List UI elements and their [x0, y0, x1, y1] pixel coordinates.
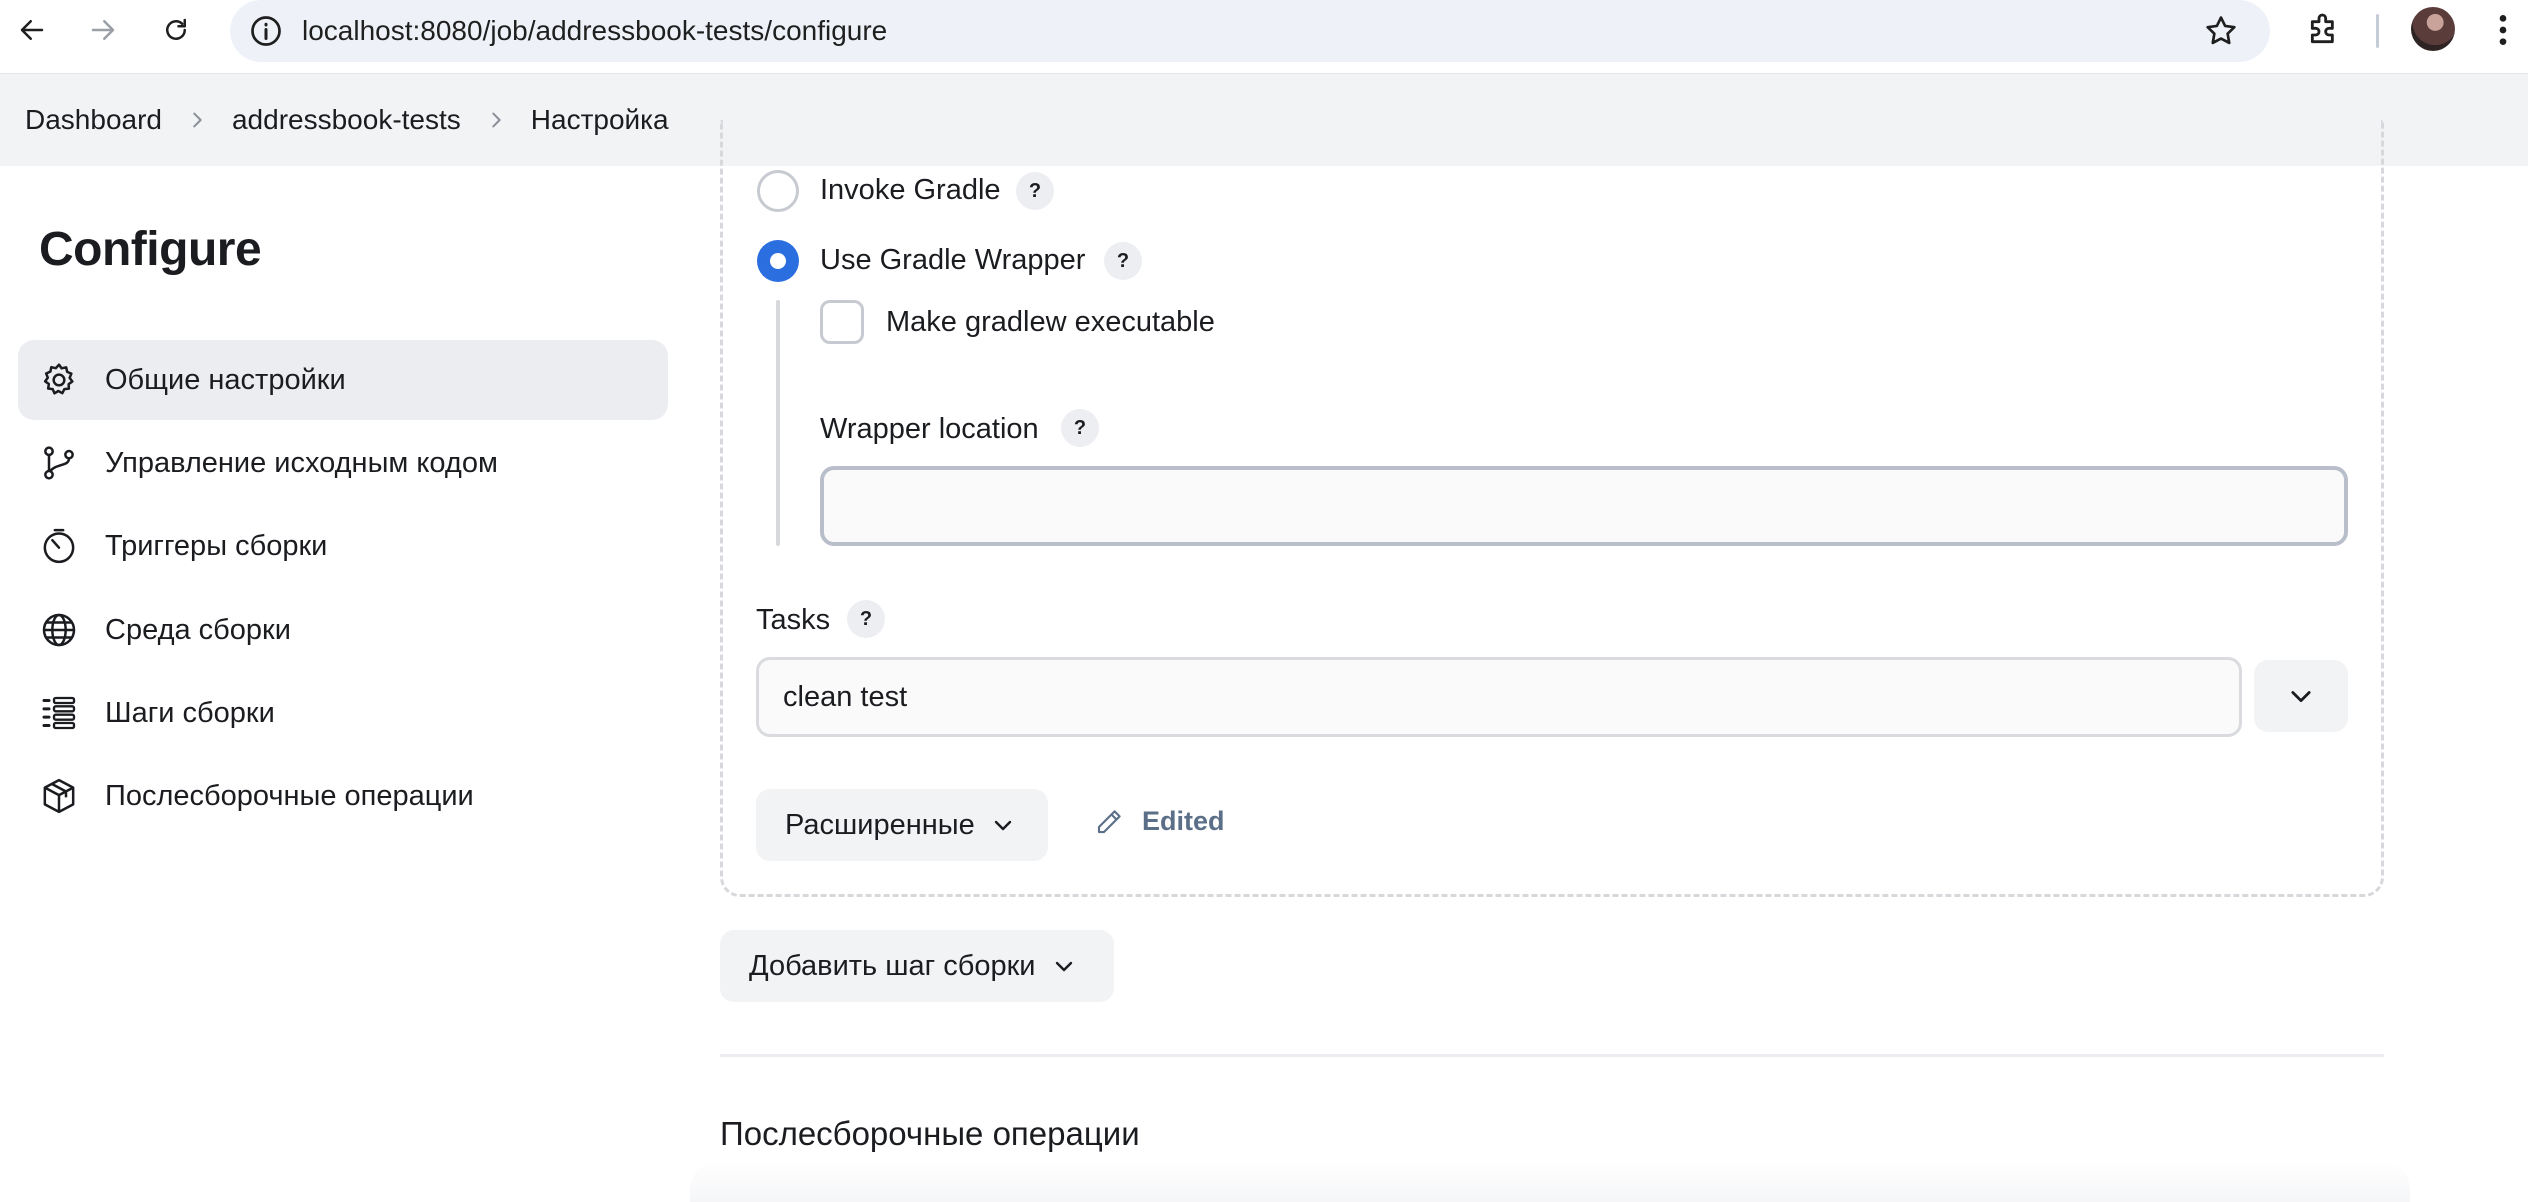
back-button[interactable] — [10, 8, 54, 52]
page-title: Configure — [39, 223, 262, 276]
breadcrumb-configure[interactable]: Настройка — [531, 104, 669, 136]
extensions-icon[interactable] — [2304, 10, 2344, 50]
sidebar-item-build-triggers[interactable]: Триггеры сборки — [18, 506, 668, 586]
post-build-section-title: Послесборочные операции — [720, 1115, 1140, 1152]
reload-button[interactable] — [154, 8, 198, 52]
arrow-left-icon — [20, 20, 44, 40]
bottom-bar-shadow — [690, 1160, 2410, 1202]
breadcrumb-dashboard[interactable]: Dashboard — [25, 104, 162, 136]
breadcrumb: Dashboard addressbook-tests Настройка — [25, 74, 669, 166]
site-info-icon[interactable] — [248, 13, 284, 49]
nested-options-line — [776, 300, 780, 546]
git-branch-icon — [44, 446, 74, 480]
help-icon[interactable]: ? — [847, 600, 885, 638]
wrapper-location-label: Wrapper location — [820, 413, 1039, 445]
sidebar-item-build-environment[interactable]: Среда сборки — [18, 590, 668, 670]
pencil-icon — [1097, 809, 1121, 833]
breadcrumb-job[interactable]: addressbook-tests — [232, 104, 461, 136]
reload-icon — [166, 18, 186, 40]
arrow-right-icon — [91, 20, 115, 40]
package-icon — [43, 778, 75, 814]
tasks-expand-button[interactable] — [2254, 660, 2348, 732]
add-build-step-button[interactable]: Добавить шаг сборки — [720, 930, 1114, 1002]
help-icon[interactable]: ? — [1104, 242, 1142, 280]
sidebar-item-general[interactable]: Общие настройки — [18, 340, 668, 420]
invoke-gradle-label[interactable]: Invoke Gradle — [820, 174, 1001, 207]
profile-avatar[interactable] — [2411, 7, 2455, 51]
advanced-label: Расширенные — [785, 808, 975, 841]
sidebar-item-post-build[interactable]: Послесборочные операции — [18, 756, 668, 836]
help-icon[interactable]: ? — [1061, 409, 1099, 447]
add-build-step-label: Добавить шаг сборки — [749, 949, 1036, 982]
chevron-right-icon — [193, 112, 202, 128]
tasks-input[interactable]: clean test — [756, 657, 2242, 737]
chevron-down-icon — [1055, 961, 1072, 972]
list-icon — [42, 696, 76, 730]
advanced-button[interactable]: Расширенные — [756, 789, 1048, 861]
edited-label: Edited — [1142, 806, 1225, 836]
more-menu-icon[interactable] — [2488, 10, 2518, 50]
breadcrumb-separator — [162, 109, 232, 131]
sidebar-item-build-steps[interactable]: Шаги сборки — [18, 673, 668, 753]
tasks-value: clean test — [783, 681, 908, 713]
help-icon[interactable]: ? — [1016, 172, 1054, 210]
tasks-label: Tasks — [756, 604, 831, 636]
wrapper-location-input[interactable] — [820, 466, 2348, 546]
sidebar-item-label: Общие настройки — [105, 363, 346, 396]
make-gradlew-executable-checkbox[interactable] — [820, 300, 864, 344]
sidebar-item-label: Среда сборки — [105, 613, 291, 646]
sidebar-item-label: Триггеры сборки — [105, 529, 328, 562]
invoke-gradle-radio[interactable] — [757, 170, 799, 212]
make-gradlew-executable-label[interactable]: Make gradlew executable — [886, 306, 1215, 339]
edited-indicator: Edited — [1094, 806, 1225, 837]
breadcrumb-separator — [461, 109, 531, 131]
forward-button[interactable] — [81, 8, 125, 52]
chevron-down-icon — [2291, 691, 2311, 703]
sidebar-item-scm[interactable]: Управление исходным кодом — [18, 423, 668, 503]
toolbar-divider — [2376, 14, 2379, 48]
sidebar-item-label: Послесборочные операции — [105, 779, 474, 812]
use-gradle-wrapper-label[interactable]: Use Gradle Wrapper — [820, 244, 1085, 277]
timer-icon — [43, 528, 75, 564]
use-gradle-wrapper-radio[interactable] — [757, 240, 799, 282]
gear-icon — [43, 363, 74, 395]
chevron-right-icon — [492, 112, 501, 128]
sidebar-item-label: Шаги сборки — [105, 696, 275, 729]
chevron-down-icon — [994, 820, 1011, 831]
section-divider — [720, 1054, 2384, 1057]
browser-toolbar: localhost:8080/job/addressbook-tests/con… — [0, 0, 2528, 74]
url-text[interactable]: localhost:8080/job/addressbook-tests/con… — [302, 13, 887, 49]
globe-icon — [42, 613, 76, 647]
sidebar-item-label: Управление исходным кодом — [105, 446, 498, 479]
address-bar[interactable]: localhost:8080/job/addressbook-tests/con… — [230, 0, 2270, 62]
bookmark-star-icon[interactable] — [2202, 12, 2240, 50]
